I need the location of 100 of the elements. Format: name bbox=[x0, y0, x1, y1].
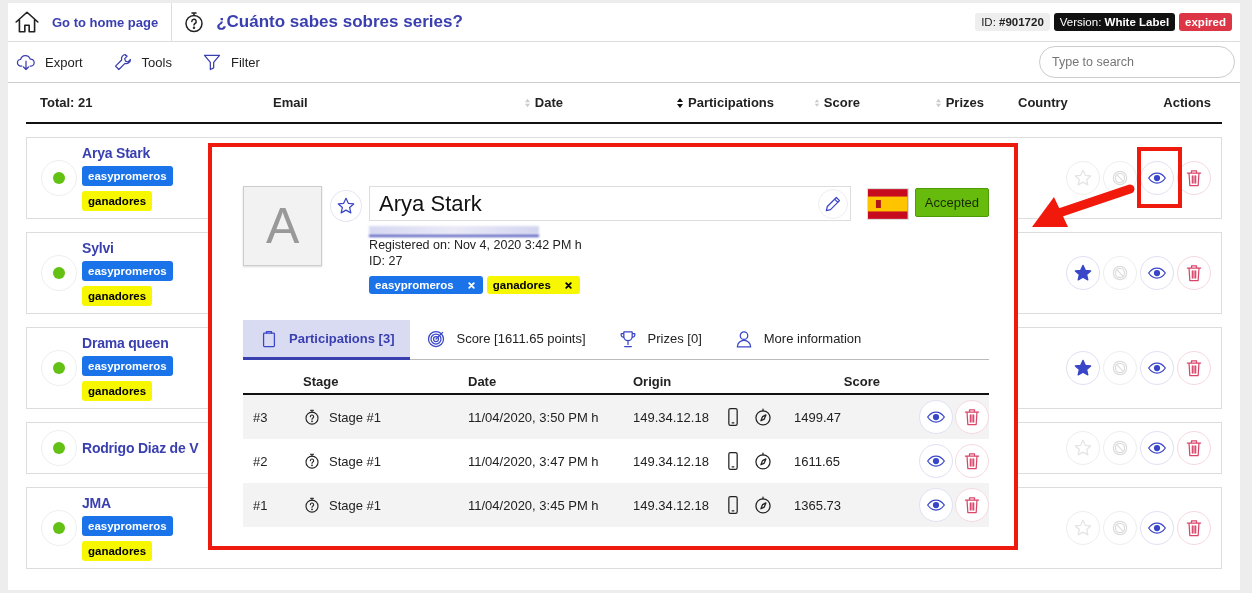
participant-name[interactable]: Rodrigo Diaz de V bbox=[82, 440, 199, 456]
table-cell: Stage #1 bbox=[329, 497, 382, 513]
stopwatch-icon bbox=[303, 452, 321, 470]
status-badge: expired bbox=[1179, 13, 1232, 31]
compass-icon bbox=[752, 407, 773, 427]
column-header: Score bbox=[843, 374, 880, 389]
tag: easypromeros bbox=[82, 261, 173, 281]
trash-icon bbox=[1184, 518, 1204, 538]
id-badge: ID: #901720 bbox=[975, 13, 1050, 31]
participant-name[interactable]: JMA bbox=[82, 495, 111, 511]
column-header: Actions bbox=[1163, 95, 1211, 110]
tab[interactable]: More information bbox=[717, 320, 878, 360]
column-header: Date bbox=[468, 374, 497, 389]
registration-date: Registered on: Nov 4, 2020 3:42 PM h bbox=[369, 237, 582, 253]
view-button[interactable] bbox=[1140, 256, 1174, 290]
column-header: Country bbox=[1018, 95, 1068, 110]
column-header[interactable]: Prizes bbox=[945, 95, 984, 110]
filter-icon bbox=[201, 52, 222, 72]
tab[interactable]: Prizes [0] bbox=[601, 320, 718, 360]
column-header: Origin bbox=[633, 374, 672, 389]
trash-icon bbox=[1184, 438, 1204, 458]
column-header[interactable]: Score bbox=[823, 95, 860, 110]
block-icon bbox=[1110, 518, 1130, 538]
status-badge: Accepted bbox=[914, 188, 989, 217]
toolbar-button[interactable]: Export bbox=[16, 52, 83, 72]
stopwatch-icon bbox=[303, 408, 321, 426]
participant-name[interactable]: Sylvi bbox=[82, 240, 114, 256]
table-cell: 1499.47 bbox=[794, 409, 841, 425]
favorite-button[interactable] bbox=[1066, 256, 1100, 290]
participant-id: ID: 27 bbox=[369, 253, 403, 269]
participant-name[interactable]: Drama queen bbox=[82, 335, 169, 351]
page-title: ¿Cuánto sabes sobres series? bbox=[216, 12, 463, 32]
block-icon bbox=[1110, 438, 1130, 458]
column-header: Stage bbox=[303, 374, 339, 389]
tag: ganadores bbox=[82, 191, 153, 211]
delete-button[interactable] bbox=[1177, 256, 1211, 290]
stopwatch-icon bbox=[303, 496, 321, 514]
delete-button[interactable] bbox=[1177, 431, 1211, 465]
version-badge: Version: White Label bbox=[1053, 13, 1176, 31]
delete-button[interactable] bbox=[955, 488, 989, 522]
remove-icon bbox=[562, 279, 574, 291]
tag: ganadores bbox=[82, 381, 153, 401]
toolbar-button[interactable]: Tools bbox=[112, 52, 172, 72]
table-cell: 149.34.12.18 bbox=[633, 453, 709, 469]
table-cell: Stage #1 bbox=[329, 453, 382, 469]
favorite-button[interactable] bbox=[1066, 351, 1100, 385]
cloud-download-icon bbox=[16, 52, 36, 72]
delete-button[interactable] bbox=[955, 444, 989, 478]
compass-icon bbox=[752, 451, 773, 471]
table-cell: 11/04/2020, 3:45 PM h bbox=[468, 497, 599, 513]
star-icon bbox=[336, 196, 357, 216]
star-icon bbox=[1073, 263, 1093, 283]
trash-icon bbox=[962, 495, 982, 515]
view-button[interactable] bbox=[919, 400, 953, 434]
table-cell: Stage #1 bbox=[329, 409, 382, 425]
block-icon bbox=[1110, 358, 1130, 378]
delete-button[interactable] bbox=[1177, 351, 1211, 385]
view-button[interactable] bbox=[919, 488, 953, 522]
favorite-button[interactable] bbox=[330, 190, 363, 222]
delete-button[interactable] bbox=[955, 400, 989, 434]
view-button[interactable] bbox=[919, 444, 953, 478]
table-cell: 1365.73 bbox=[794, 497, 841, 513]
avatar: A bbox=[243, 186, 323, 266]
tag: easypromeros bbox=[82, 356, 173, 376]
tag: ganadores bbox=[486, 276, 580, 294]
compass-icon bbox=[752, 495, 773, 515]
trash-icon bbox=[962, 407, 982, 427]
block-icon bbox=[1110, 263, 1130, 283]
wrench-icon bbox=[112, 52, 133, 72]
view-button[interactable] bbox=[1140, 351, 1174, 385]
toolbar-button[interactable]: Filter bbox=[201, 52, 260, 72]
view-button[interactable] bbox=[1140, 161, 1174, 195]
star-icon bbox=[1073, 518, 1093, 538]
tag: ganadores bbox=[82, 541, 153, 561]
tab[interactable]: Participations [3] bbox=[243, 320, 411, 360]
tab[interactable]: Score [1611.65 points] bbox=[410, 320, 602, 360]
participant-name[interactable]: Arya Stark bbox=[82, 145, 151, 161]
star-icon bbox=[1073, 358, 1093, 378]
highlight-frame bbox=[1137, 147, 1182, 208]
home-icon bbox=[14, 9, 40, 35]
trash-icon bbox=[1184, 168, 1204, 188]
total-count: Total: 21 bbox=[40, 95, 94, 110]
view-button[interactable] bbox=[1140, 511, 1174, 545]
table-cell: 11/04/2020, 3:47 PM h bbox=[468, 453, 599, 469]
trash-icon bbox=[1184, 358, 1204, 378]
name-field[interactable]: Arya Stark bbox=[369, 186, 852, 221]
tag: ganadores bbox=[82, 286, 153, 306]
edit-button[interactable] bbox=[818, 188, 849, 219]
table-cell: 1611.65 bbox=[794, 453, 841, 469]
tag: easypromeros bbox=[82, 516, 173, 536]
sort-icon[interactable] bbox=[676, 96, 685, 109]
home-link[interactable]: Go to home page bbox=[8, 3, 173, 41]
column-header[interactable]: Date bbox=[534, 95, 563, 110]
search-field[interactable]: Type to search bbox=[1039, 46, 1235, 78]
table-cell: #2 bbox=[253, 453, 268, 469]
column-header: Email bbox=[273, 95, 308, 110]
delete-button[interactable] bbox=[1177, 511, 1211, 545]
view-button[interactable] bbox=[1140, 431, 1174, 465]
table-cell: #3 bbox=[253, 409, 268, 425]
column-header[interactable]: Participations bbox=[688, 95, 774, 110]
